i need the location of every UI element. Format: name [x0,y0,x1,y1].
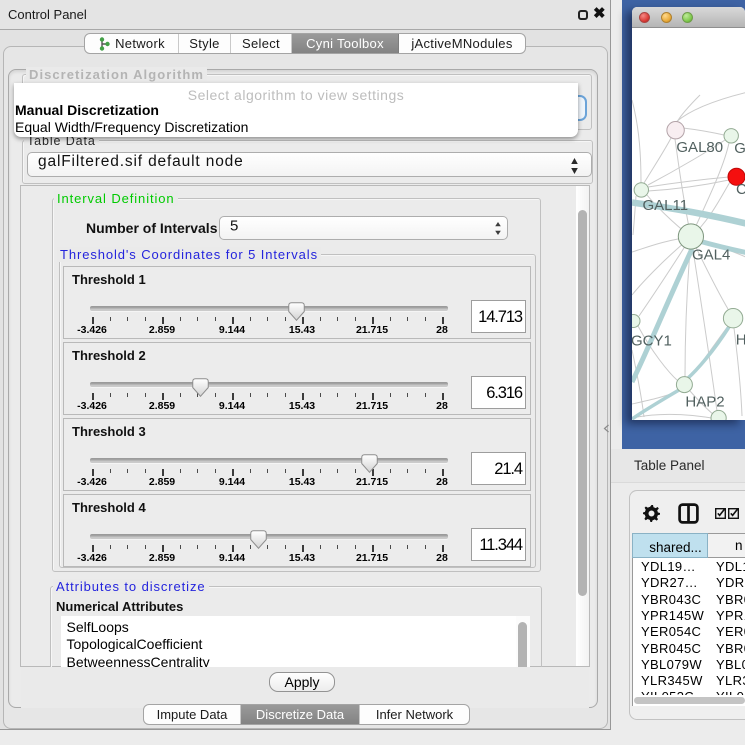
svg-text:C: C [736,181,745,198]
svg-text:GAL11: GAL11 [643,197,689,214]
svg-text:GAL80: GAL80 [676,139,723,156]
svg-text:H: H [736,332,745,349]
svg-text:GA: GA [734,140,745,157]
svg-text:HAP2: HAP2 [685,394,724,411]
svg-text:GCY1: GCY1 [632,332,672,349]
svg-text:GAL4: GAL4 [692,247,730,264]
